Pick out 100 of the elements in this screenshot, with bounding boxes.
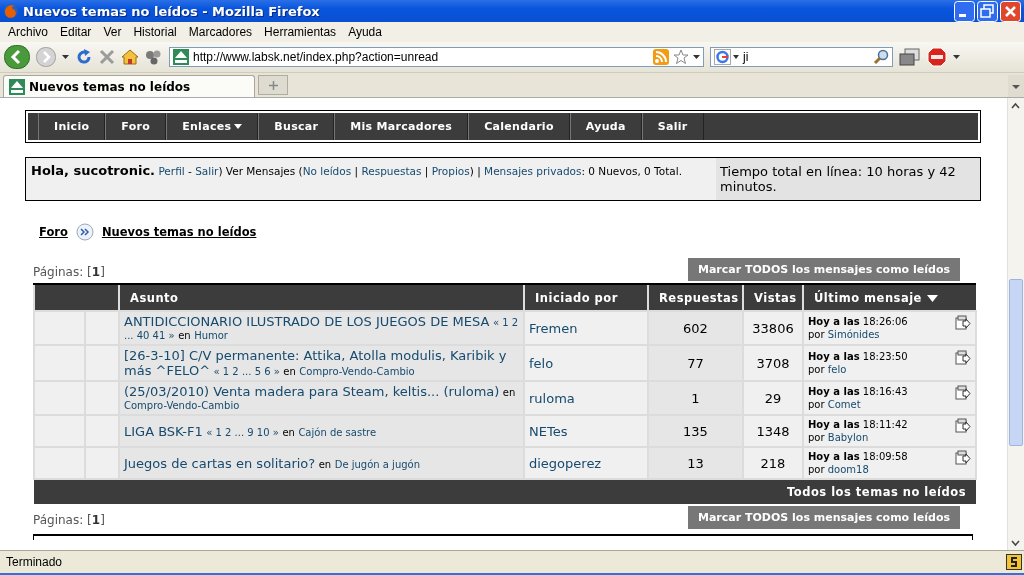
- table-cell: 218: [743, 447, 803, 479]
- pages-label: Páginas: [1]: [33, 265, 105, 281]
- search-engine-icon[interactable]: [714, 49, 740, 65]
- pages-label: Páginas: [1]: [33, 513, 105, 529]
- author-link[interactable]: Simónides: [827, 329, 880, 340]
- scrollbar[interactable]: [1007, 98, 1024, 550]
- last-post-icon[interactable]: [955, 350, 971, 365]
- post-time: Hoy a las 18:16:43: [808, 386, 908, 397]
- last-post-icon[interactable]: [955, 450, 971, 465]
- search-field[interactable]: ji: [710, 47, 893, 67]
- menu-item[interactable]: Archivo: [2, 25, 54, 39]
- nav-button[interactable]: Inicio: [38, 113, 106, 140]
- menu-item[interactable]: Herramientas: [258, 25, 343, 39]
- menu-item[interactable]: Ver: [97, 25, 128, 39]
- table-cell: [34, 345, 85, 381]
- post-time: Hoy a las 18:26:06: [808, 316, 908, 327]
- last-post-icon[interactable]: [955, 418, 971, 433]
- table-footer: Todos los temas no leídos: [34, 479, 976, 504]
- search-icon[interactable]: [873, 49, 889, 65]
- table-cell: 33806: [743, 311, 803, 345]
- last-post-icon[interactable]: [955, 315, 971, 330]
- by-label: por: [808, 464, 825, 475]
- table-cell: 135: [648, 415, 743, 447]
- menu-item[interactable]: Historial: [127, 25, 183, 39]
- table-cell: 13: [648, 447, 743, 479]
- table-cell: 3708: [743, 345, 803, 381]
- caret-icon[interactable]: [953, 55, 960, 59]
- scrollbar-thumb[interactable]: [1009, 279, 1023, 446]
- back-button[interactable]: [4, 45, 30, 69]
- post-time: Hoy a las 18:09:58: [808, 451, 908, 462]
- menu-item[interactable]: Marcadores: [182, 25, 259, 39]
- column-header[interactable]: Iniciado por: [524, 284, 648, 311]
- text-link[interactable]: Perfil: [158, 165, 185, 177]
- nav-button[interactable]: Enlaces: [166, 113, 259, 140]
- by-label: por: [808, 329, 825, 340]
- home-icon[interactable]: [121, 49, 139, 65]
- column-header[interactable]: Respuestas: [648, 284, 743, 311]
- extension-icon[interactable]: [1006, 554, 1022, 570]
- post-time: Hoy a las 18:11:42: [808, 419, 908, 430]
- status-text: Terminado: [6, 555, 63, 569]
- plus-icon: [268, 80, 278, 90]
- breadcrumb-link[interactable]: Nuevos temas no leídos: [101, 225, 257, 239]
- author-link[interactable]: Babylon: [827, 432, 869, 443]
- address-field[interactable]: http://www.labsk.net/index.php?action=unread: [169, 47, 704, 67]
- close-button[interactable]: [1000, 0, 1021, 22]
- nav-button[interactable]: Mis Marcadores: [334, 113, 469, 140]
- nav-button[interactable]: Buscar: [258, 113, 335, 140]
- new-tab-button[interactable]: [258, 75, 288, 95]
- window-title: Nuevos temas no leídos - Mozilla Firefox: [23, 3, 321, 19]
- browser-tab[interactable]: Nuevos temas no leídos: [3, 75, 255, 97]
- star-icon[interactable]: [673, 49, 689, 65]
- maximize-button[interactable]: [977, 0, 998, 22]
- nav-button[interactable]: Salir: [641, 113, 704, 140]
- author-link[interactable]: felo: [529, 355, 554, 371]
- nav-button[interactable]: Ayuda: [569, 113, 642, 140]
- breadcrumb-link[interactable]: Foro: [39, 225, 68, 239]
- nav-button[interactable]: Calendario: [468, 113, 570, 140]
- author-link[interactable]: Comet: [827, 399, 861, 410]
- text-link[interactable]: No leídos: [302, 165, 352, 177]
- table-cell: 1: [648, 381, 743, 415]
- text-link[interactable]: Propios: [431, 165, 470, 177]
- author-link[interactable]: Fremen: [529, 320, 578, 336]
- tab-list-button[interactable]: [1008, 75, 1024, 97]
- author-link[interactable]: NETes: [529, 423, 568, 439]
- text-link[interactable]: Salir: [195, 165, 219, 177]
- menu-item[interactable]: Ayuda: [342, 25, 388, 39]
- chevron-icon: [75, 223, 94, 241]
- text-link[interactable]: Respuestas: [361, 165, 422, 177]
- table-cell: [34, 381, 85, 415]
- author-link[interactable]: felo: [827, 364, 847, 375]
- welcome-text: Hola, sucotronic. Perfil - Salir) Ver Mensajes (No leídos | Respuestas | Propios) | Mensajes privados: 0 Nuevos, 0 Total.: [30, 162, 683, 180]
- reload-icon[interactable]: [75, 48, 93, 66]
- table-cell: [34, 447, 85, 479]
- mark-read-button[interactable]: Marcar TODOS los mensajes como leídos: [687, 506, 960, 529]
- site-logo-icon: [173, 49, 189, 65]
- column-header[interactable]: Último mensaje: [803, 284, 976, 311]
- table-cell: 1348: [743, 415, 803, 447]
- menu-item[interactable]: Editar: [54, 25, 98, 39]
- minimize-button[interactable]: [954, 0, 975, 22]
- stop-sign-icon[interactable]: [927, 47, 947, 67]
- by-label: por: [808, 364, 825, 375]
- site-logo-icon: [9, 78, 25, 95]
- column-header[interactable]: Asunto: [119, 284, 524, 311]
- caret-icon[interactable]: [693, 55, 700, 59]
- windows-icon[interactable]: [899, 48, 921, 66]
- last-post-icon[interactable]: [955, 385, 971, 400]
- table-cell: 77: [648, 345, 743, 381]
- mark-read-button[interactable]: Marcar TODOS los mensajes como leídos: [687, 258, 960, 281]
- column-header[interactable]: Vistas: [743, 284, 803, 311]
- author-link[interactable]: ruloma: [529, 390, 575, 406]
- by-label: por: [808, 399, 825, 410]
- nav-button[interactable]: Foro: [105, 113, 167, 140]
- author-link[interactable]: doom18: [827, 464, 869, 475]
- table-cell: [34, 311, 85, 345]
- table-cell: [34, 415, 85, 447]
- table-cell: 602: [648, 311, 743, 345]
- online-time: Tiempo total en línea: 10 horas y 42 minutos.: [716, 158, 980, 200]
- by-label: por: [808, 432, 825, 443]
- table-cell: 29: [743, 381, 803, 415]
- caret-icon[interactable]: [62, 55, 69, 59]
